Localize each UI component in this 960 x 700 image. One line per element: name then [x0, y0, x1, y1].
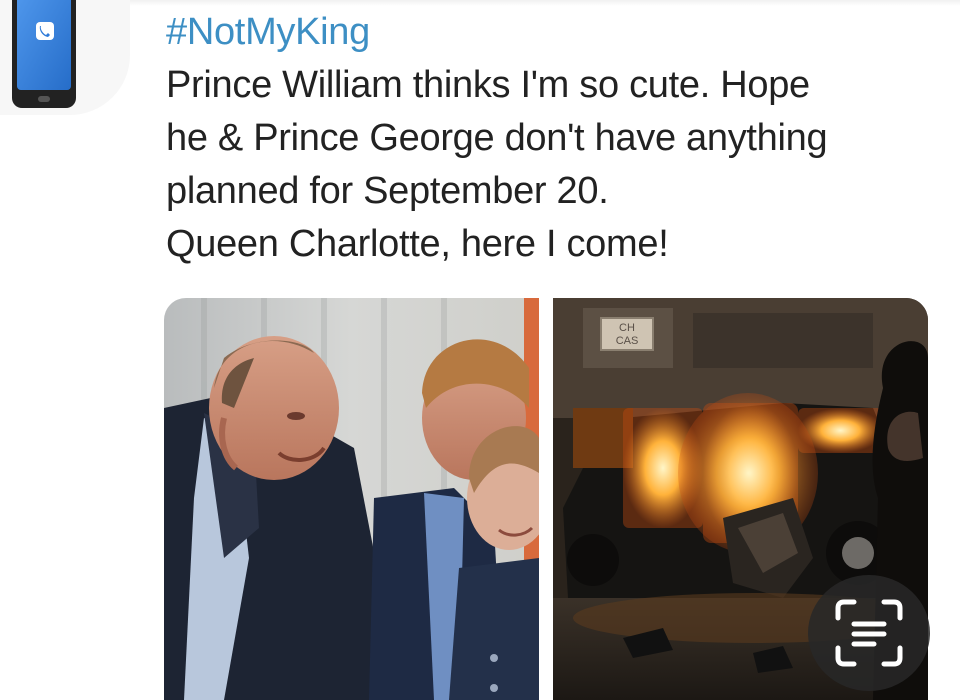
photo-left[interactable] [164, 298, 539, 700]
photo-people [164, 298, 539, 700]
hashtag-link[interactable]: #NotMyKing [166, 6, 926, 59]
sign-line-1: CH [619, 322, 635, 334]
post-line-4: Queen Charlotte, here I come! [166, 223, 669, 265]
post-line-3: planned for September 20. [166, 170, 609, 212]
phone-call-icon [12, 0, 76, 108]
lens-scan-button[interactable] [808, 575, 930, 691]
sign-line-2: CAS [616, 335, 639, 347]
post-line-2: he & Prince George don't have anything [166, 117, 828, 159]
screenshot: #NotMyKing Prince William thinks I'm so … [0, 0, 960, 700]
avatar[interactable] [0, 0, 130, 115]
lens-scan-icon [835, 599, 903, 667]
post-line-1: Prince William thinks I'm so cute. Hope [166, 64, 810, 106]
post-text: #NotMyKing Prince William thinks I'm so … [166, 6, 926, 271]
